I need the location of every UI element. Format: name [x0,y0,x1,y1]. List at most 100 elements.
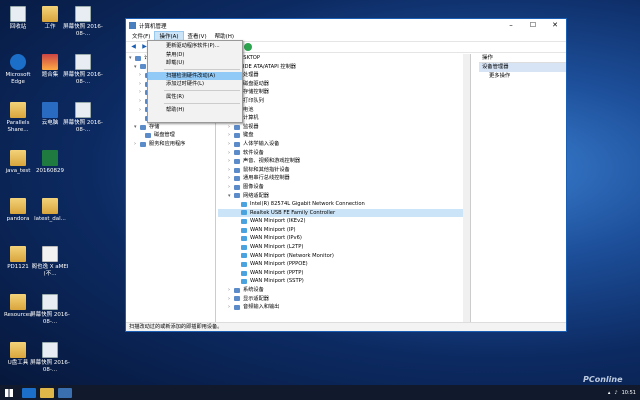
desktop-icon[interactable]: latest_dal... [30,198,70,223]
network-adapter-icon [241,253,247,259]
device-item[interactable]: Intel(R) 82574L Gigabit Network Connecti… [218,200,470,209]
menu-item[interactable]: 卸载(U) [148,59,242,68]
device-item[interactable]: ›IDE ATA/ATAPI 控制器 [218,63,470,72]
volume-icon[interactable]: ♪ [614,390,617,396]
tree-item[interactable]: › 服务和应用程序 [126,140,215,149]
device-item[interactable]: WAN Miniport (Network Monitor) [218,252,470,261]
menu-item[interactable]: 帮助(H) [148,106,242,115]
item-label: 软件设备 [243,149,264,156]
maximize-button[interactable]: ☐ [522,19,544,32]
device-list-scrollbar[interactable] [463,54,470,322]
item-label: 图像设备 [243,183,264,190]
device-item[interactable]: WAN Miniport (SSTP) [218,277,470,286]
start-button[interactable] [0,385,18,400]
close-button[interactable]: ✕ [544,19,566,32]
node-icon [140,124,146,130]
device-item[interactable]: ›存储控制器 [218,88,470,97]
node-icon [234,184,240,190]
item-label: WAN Miniport (IPv6) [250,235,302,242]
device-item[interactable]: Realtek USB FE Family Controller [218,208,470,218]
desktop-icon[interactable]: 屏幕快照 2016-08-... [30,294,70,326]
computer-management-taskbar-icon[interactable] [58,387,72,398]
item-label: 人体学输入设备 [243,140,280,147]
item-label: 打印队列 [243,97,264,104]
desktop-icon-label: 屏幕快照 2016-08-... [63,72,103,85]
desktop-icon-label: 阁也逸 X aMEI (不... [31,264,69,277]
node-icon [234,176,240,182]
desktop-icon[interactable]: 屏幕快照 2016-08-... [63,102,103,134]
desktop-icon-label: 屏幕快照 2016-08-... [30,312,70,325]
edge-taskbar-icon[interactable] [22,387,36,398]
device-item[interactable]: › 图像设备 [218,183,470,192]
device-item[interactable]: WAN Miniport (PPPOE) [218,260,470,269]
item-label: 键盘 [243,132,254,139]
menu-item[interactable]: 禁用(D) [148,51,242,60]
folder-icon [10,198,26,214]
node-icon [234,124,240,130]
actions-header: 操作 [479,54,566,63]
desktop-icon[interactable]: 20160829 [30,150,70,175]
item-label: 磁盘驱动器 [243,80,269,87]
device-item[interactable]: › 人体学输入设备 [218,140,470,149]
menu-item[interactable]: 添加过时硬件(L) [148,80,242,89]
device-item[interactable]: › 音频输入和输出 [218,303,470,312]
device-item[interactable]: WAN Miniport (IP) [218,226,470,235]
item-label: 网络适配器 [243,192,269,199]
item-label: 计算机 [243,115,259,122]
device-item[interactable]: › 声音、视频和游戏控制器 [218,157,470,166]
device-item[interactable]: › 监视器 [218,123,470,132]
item-label: 存储控制器 [243,89,269,96]
item-label: 处理器 [243,72,259,79]
device-item[interactable]: ›电池 [218,106,470,115]
desktop-icon[interactable]: 屏幕快照 2016-08-... [63,6,103,38]
device-item[interactable]: ›打印队列 [218,97,470,106]
node-icon [140,141,146,147]
desktop-icon[interactable]: 屏幕快照 2016-08-... [30,342,70,374]
tree-item[interactable]: 磁盘管理 [126,131,215,140]
tree-item[interactable]: ▾ 存储 [126,123,215,132]
desktop-icon-label: 20160829 [36,168,64,174]
device-item[interactable]: ›磁盘驱动器 [218,80,470,89]
menu-item[interactable]: 更新驱动程序软件(P)... [148,42,242,51]
menu-item[interactable]: 属性(R) [148,93,242,102]
device-item[interactable]: ›计算机 [218,114,470,123]
item-label: WAN Miniport (IKEv2) [250,218,306,225]
device-item[interactable]: WAN Miniport (L2TP) [218,243,470,252]
device-item[interactable]: WAN Miniport (IKEv2) [218,217,470,226]
device-item[interactable]: › 通用串行总线控制器 [218,174,470,183]
taskbar: ▴ ♪ 10:51 [0,385,640,400]
node-icon [234,296,240,302]
actions-group-device-manager[interactable]: 设备管理器 [479,63,566,72]
network-icon[interactable]: ▴ [608,390,611,396]
minimize-button[interactable]: – [500,19,522,32]
more-actions-link[interactable]: 更多操作 [479,72,566,81]
item-label: 声音、视频和游戏控制器 [243,158,301,165]
device-item[interactable]: › 鼠标和其他指针设备 [218,166,470,175]
device-list: ▾DESKTOP›IDE ATA/ATAPI 控制器›处理器›磁盘驱动器›存储控… [218,54,471,322]
enable-device-icon[interactable] [244,43,252,51]
desktop-icon[interactable]: 阁也逸 X aMEI (不... [30,246,70,278]
title-bar[interactable]: 计算机管理 – ☐ ✕ [126,19,566,32]
watermark-logo: PConline [583,375,623,384]
menu-item[interactable]: 扫描检测硬件改动(A) [148,71,242,81]
back-arrow-icon[interactable]: ◀ [129,43,138,51]
screenshot-icon [75,102,91,118]
desktop-icon[interactable]: 屏幕快照 2016-08-... [63,54,103,86]
clock[interactable]: 10:51 [622,390,636,396]
device-item[interactable]: ▾DESKTOP [218,54,470,63]
item-label: 显示适配器 [243,295,269,302]
item-label: WAN Miniport (Network Monitor) [250,252,334,259]
device-item[interactable]: WAN Miniport (IPv6) [218,234,470,243]
device-item[interactable]: › 系统设备 [218,286,470,295]
device-item[interactable]: › 软件设备 [218,149,470,158]
item-label: 监视器 [243,123,259,130]
device-item[interactable]: ▾ 网络适配器 [218,192,470,201]
file-explorer-taskbar-icon[interactable] [40,387,54,398]
device-item[interactable]: › 键盘 [218,131,470,140]
node-icon [234,167,240,173]
device-item[interactable]: ›处理器 [218,71,470,80]
menu-separator [164,69,240,71]
device-item[interactable]: WAN Miniport (PPTP) [218,269,470,278]
device-item[interactable]: › 显示适配器 [218,295,470,304]
node-icon [234,141,240,147]
